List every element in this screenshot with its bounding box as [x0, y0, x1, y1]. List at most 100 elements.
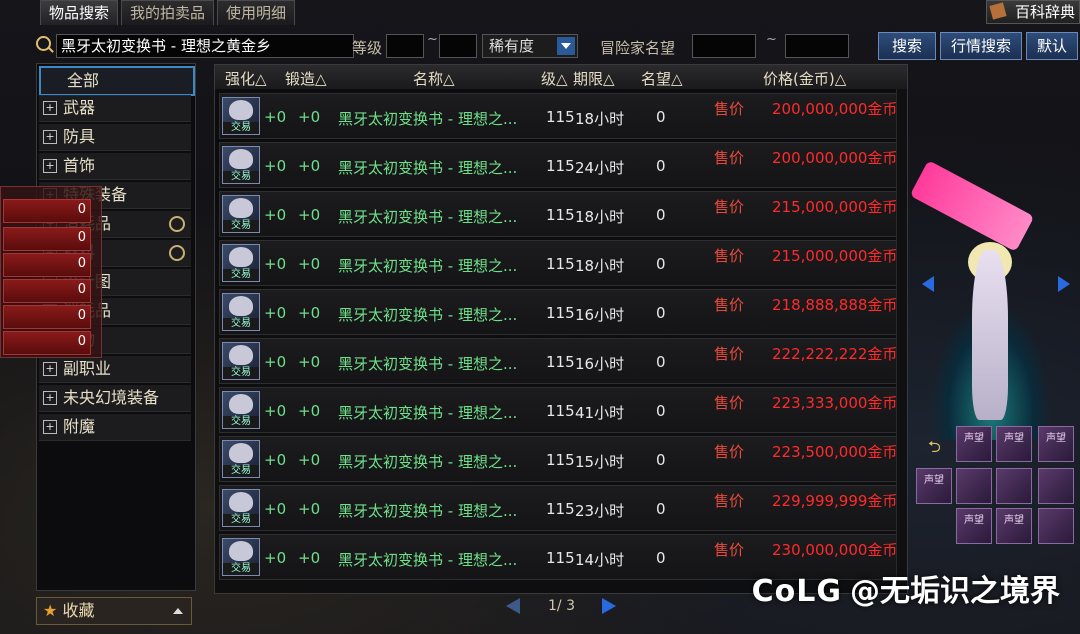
tab-my-auctions[interactable]: 我的拍卖品 [121, 0, 215, 25]
avatar-slot[interactable]: 声望 [956, 426, 992, 462]
header-fame[interactable]: 名望△ [641, 68, 683, 89]
search-button[interactable]: 搜索 [878, 32, 936, 60]
item-icon[interactable]: 交易 [222, 97, 260, 135]
overlay-row[interactable]: 0 [3, 305, 91, 329]
avatar-slot[interactable] [1038, 468, 1074, 504]
wiki-button[interactable]: 百科辞典 [986, 0, 1080, 24]
rarity-select[interactable]: 稀有度 [482, 34, 578, 58]
pagination: 1/ 3 [498, 594, 628, 620]
item-name[interactable]: 黑牙太初变换书 - 理想之... [338, 255, 517, 276]
item-icon[interactable]: 交易 [222, 195, 260, 233]
avatar-slot[interactable]: 声望 [996, 426, 1032, 462]
item-name[interactable]: 黑牙太初变换书 - 理想之... [338, 549, 517, 570]
expand-icon[interactable]: + [43, 420, 57, 434]
avatar-slot[interactable] [1038, 508, 1074, 544]
zoom-icon[interactable] [169, 245, 185, 261]
avatar-slot[interactable]: 声望 [956, 508, 992, 544]
category-enchant[interactable]: + 附魔 [39, 414, 191, 441]
chevron-down-icon[interactable] [557, 37, 575, 55]
avatar-slot[interactable] [956, 468, 992, 504]
search-input[interactable]: 黑牙太初变换书 - 理想之黄金乡 [56, 34, 354, 58]
header-price[interactable]: 价格(金币)△ [763, 68, 846, 89]
header-forge[interactable]: 锻造△ [285, 68, 327, 89]
overlay-row[interactable]: 0 [3, 331, 91, 355]
expand-icon[interactable]: + [43, 391, 57, 405]
item-icon[interactable]: 交易 [222, 146, 260, 184]
avatar-slot[interactable]: 声望 [1038, 426, 1074, 462]
category-accessories[interactable]: + 首饰 [39, 153, 191, 180]
header-name[interactable]: 名称△ [413, 68, 455, 89]
market-search-button[interactable]: 行情搜索 [940, 32, 1022, 60]
category-all[interactable]: 全部 [39, 66, 195, 96]
header-duration[interactable]: 期限△ [573, 68, 615, 89]
next-page-icon[interactable] [602, 598, 616, 614]
default-button[interactable]: 默认 [1026, 32, 1078, 60]
sell-label: 售价 [714, 198, 745, 216]
item-level: 115 [546, 353, 575, 371]
hammer-weapon-image [909, 160, 1035, 252]
item-name[interactable]: 黑牙太初变换书 - 理想之... [338, 402, 517, 423]
item-price: 215,000,000金币 [772, 198, 898, 216]
level-min-input[interactable] [386, 34, 424, 58]
prev-page-icon[interactable] [506, 598, 520, 614]
enhance-value: +0 [264, 206, 287, 224]
avatar-slot[interactable]: 声望 [996, 508, 1032, 544]
table-row[interactable]: 交易 +0 +0 黑牙太初变换书 - 理想之... 115 41小时 0 售价 223,333,… [219, 387, 907, 433]
table-row[interactable]: 交易 +0 +0 黑牙太初变换书 - 理想之... 115 16小时 0 售价 222,222,… [219, 338, 907, 384]
item-icon[interactable]: 交易 [222, 538, 260, 576]
swap-icon[interactable]: ⮌ [928, 436, 941, 463]
table-row[interactable]: 交易 +0 +0 黑牙太初变换书 - 理想之... 115 23小时 0 售价 229,999,… [219, 485, 907, 531]
sell-label: 售价 [714, 541, 745, 559]
avatar-slot[interactable]: 声望 [916, 468, 952, 504]
favorites-button[interactable]: ★ 收藏 [36, 597, 192, 625]
table-row[interactable]: 交易 +0 +0 黑牙太初变换书 - 理想之... 115 16小时 0 售价 218,888,… [219, 289, 907, 335]
expand-icon[interactable]: + [43, 101, 57, 115]
category-weapons[interactable]: + 武器 [39, 95, 191, 122]
rotate-left-icon[interactable] [922, 276, 934, 292]
header-enhance[interactable]: 强化△ [225, 68, 267, 89]
table-row[interactable]: 交易 +0 +0 黑牙太初变换书 - 理想之... 115 18小时 0 售价 200,000,… [219, 93, 907, 139]
item-name[interactable]: 黑牙太初变换书 - 理想之... [338, 304, 517, 325]
header-level[interactable]: 级△ [541, 68, 568, 89]
item-name[interactable]: 黑牙太初变换书 - 理想之... [338, 353, 517, 374]
scrollbar[interactable] [896, 89, 907, 591]
item-name[interactable]: 黑牙太初变换书 - 理想之... [338, 451, 517, 472]
rotate-right-icon[interactable] [1058, 276, 1070, 292]
item-fame: 0 [656, 402, 666, 420]
overlay-row[interactable]: 0 [3, 227, 91, 251]
level-max-input[interactable] [439, 34, 477, 58]
item-duration: 16小时 [575, 306, 625, 324]
overlay-row[interactable]: 0 [3, 279, 91, 303]
item-icon[interactable]: 交易 [222, 489, 260, 527]
item-icon[interactable]: 交易 [222, 440, 260, 478]
fame-max-input[interactable] [785, 34, 849, 58]
fame-min-input[interactable] [692, 34, 756, 58]
item-duration: 15小时 [575, 453, 625, 471]
item-icon[interactable]: 交易 [222, 342, 260, 380]
item-name[interactable]: 黑牙太初变换书 - 理想之... [338, 500, 517, 521]
overlay-row[interactable]: 0 [3, 199, 91, 223]
category-sub-profession[interactable]: + 副职业 [39, 356, 191, 383]
expand-icon[interactable]: + [43, 362, 57, 376]
table-row[interactable]: 交易 +0 +0 黑牙太初变换书 - 理想之... 115 24小时 0 售价 200,000,… [219, 142, 907, 188]
expand-icon[interactable]: + [43, 159, 57, 173]
item-portrait [229, 492, 253, 512]
tab-item-search[interactable]: 物品搜索 [40, 0, 119, 25]
table-row[interactable]: 交易 +0 +0 黑牙太初变换书 - 理想之... 115 18小时 0 售价 215,000,… [219, 191, 907, 237]
category-armor[interactable]: + 防具 [39, 124, 191, 151]
expand-icon[interactable]: + [43, 130, 57, 144]
table-row[interactable]: 交易 +0 +0 黑牙太初变换书 - 理想之... 115 15小时 0 售价 223,500,… [219, 436, 907, 482]
overlay-row[interactable]: 0 [3, 253, 91, 277]
item-icon[interactable]: 交易 [222, 391, 260, 429]
item-name[interactable]: 黑牙太初变换书 - 理想之... [338, 157, 517, 178]
item-icon[interactable]: 交易 [222, 293, 260, 331]
table-row[interactable]: 交易 +0 +0 黑牙太初变换书 - 理想之... 115 18小时 0 售价 215,000,… [219, 240, 907, 286]
item-name[interactable]: 黑牙太初变换书 - 理想之... [338, 206, 517, 227]
avatar-slot[interactable] [996, 468, 1032, 504]
item-icon[interactable]: 交易 [222, 244, 260, 282]
auction-table: 强化△ 锻造△ 名称△ 级△ 期限△ 名望△ 价格(金币)△ 交易 +0 +0 黑牙太… [214, 64, 908, 594]
tab-usage-details[interactable]: 使用明细 [217, 0, 296, 25]
category-weiyang-gear[interactable]: + 未央幻境装备 [39, 385, 191, 412]
zoom-icon[interactable] [169, 216, 185, 232]
item-name[interactable]: 黑牙太初变换书 - 理想之... [338, 108, 517, 129]
